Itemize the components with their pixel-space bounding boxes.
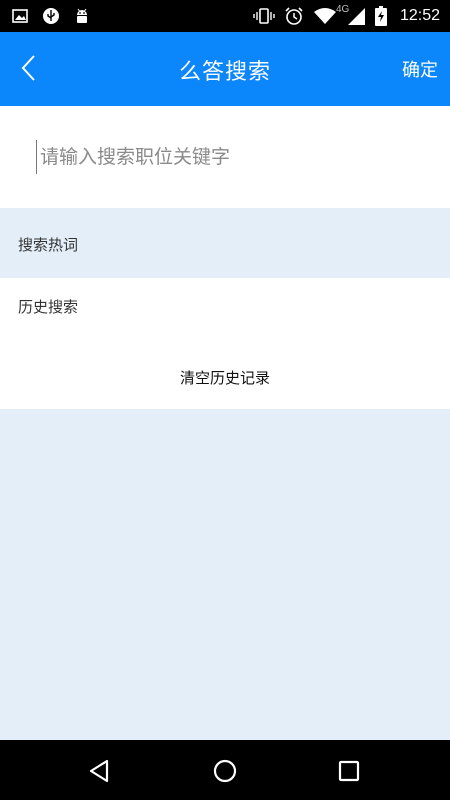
nav-back-button[interactable]: [82, 754, 116, 788]
back-triangle-icon: [88, 759, 110, 783]
confirm-button[interactable]: 确定: [402, 56, 438, 82]
wifi-icon: [313, 7, 337, 25]
vibrate-icon: [253, 7, 275, 25]
search-input[interactable]: [36, 140, 426, 174]
hot-keywords-label: 搜索热词: [18, 236, 79, 254]
status-bar: 4G 12:52: [0, 0, 450, 32]
alarm-icon: [284, 6, 304, 26]
nav-recents-button[interactable]: [332, 754, 366, 788]
page-title: 么答搜索: [178, 60, 271, 85]
android-icon: [74, 7, 90, 25]
hot-keywords-section: 搜索热词: [0, 208, 450, 278]
status-bar-notifications: [12, 6, 90, 26]
status-bar-system: 4G 12:52: [253, 4, 440, 28]
home-circle-icon: [213, 759, 237, 783]
history-label: 历史搜索: [18, 298, 79, 316]
recents-square-icon: [338, 760, 360, 782]
nav-home-button[interactable]: [208, 754, 242, 788]
signal-icon: 4G: [336, 4, 366, 26]
image-icon: [12, 9, 28, 23]
history-section: 历史搜索 清空历史记录: [0, 278, 450, 409]
clear-history-button[interactable]: 清空历史记录: [0, 367, 450, 388]
battery-charging-icon: [374, 6, 387, 26]
usb-icon: [42, 7, 60, 25]
search-area: [0, 106, 450, 208]
navigation-bar: [0, 740, 450, 800]
network-type-label: 4G: [335, 4, 350, 15]
app-header: 么答搜索 确定: [0, 32, 450, 106]
clock: 12:52: [399, 7, 440, 24]
